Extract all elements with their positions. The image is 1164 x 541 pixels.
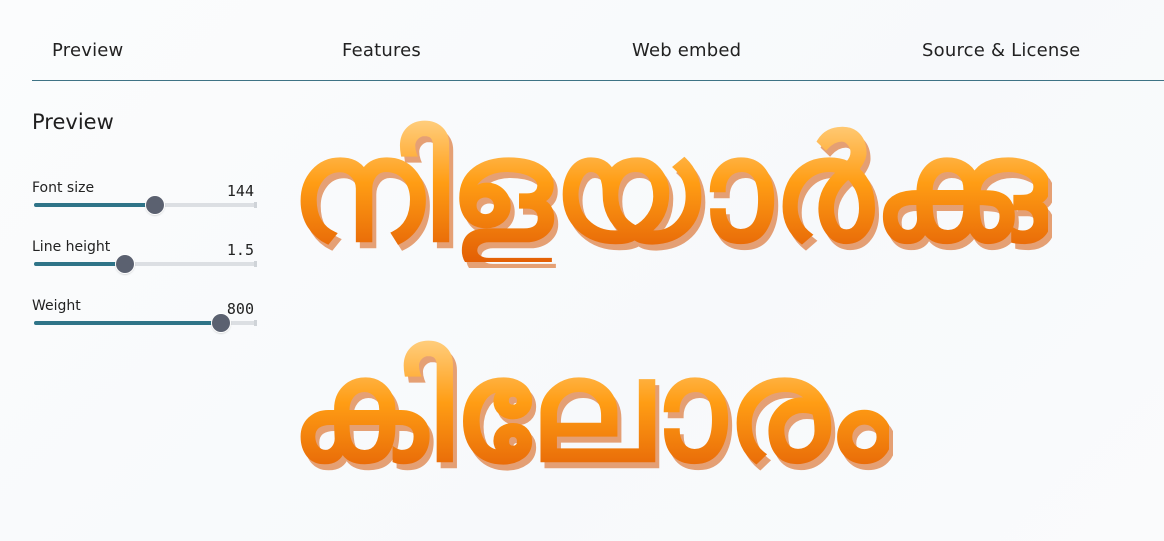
- font-size-slider-end: [254, 202, 257, 208]
- font-size-slider-thumb[interactable]: [145, 196, 164, 214]
- weight-value: 800: [226, 300, 254, 318]
- line-height-label: Line height: [32, 239, 111, 255]
- weight-control: Weight 800: [32, 298, 257, 348]
- font-preview-area[interactable]: നിളയാർക്കു കിലോരം: [290, 110, 1150, 530]
- font-size-value: 144: [226, 182, 254, 200]
- line-height-slider-fill: [34, 262, 126, 266]
- font-size-control: Font size 144: [32, 180, 257, 230]
- line-height-slider-end: [254, 261, 257, 267]
- font-size-label: Font size: [32, 180, 95, 196]
- nav-tab-preview[interactable]: Preview: [52, 40, 123, 61]
- nav-tab-source-license[interactable]: Source & License: [922, 40, 1080, 61]
- weight-label: Weight: [32, 298, 81, 314]
- line-height-control: Line height 1.5: [32, 239, 257, 289]
- sidebar-title: Preview: [32, 110, 114, 134]
- weight-slider-end: [254, 320, 257, 326]
- line-height-value: 1.5: [226, 241, 254, 259]
- nav-tab-web-embed[interactable]: Web embed: [632, 40, 741, 61]
- weight-slider[interactable]: [34, 314, 257, 332]
- font-size-slider-fill: [34, 203, 155, 207]
- preview-text-line-2: കിലോരം: [290, 326, 890, 494]
- weight-slider-thumb[interactable]: [211, 314, 230, 332]
- font-size-slider[interactable]: [34, 196, 257, 214]
- nav-tab-features[interactable]: Features: [342, 40, 421, 61]
- preview-text-line-1: നിളയാർക്കു: [290, 106, 1049, 274]
- line-height-slider-thumb[interactable]: [116, 255, 135, 273]
- top-nav: Preview Features Web embed Source & Lice…: [32, 0, 1164, 81]
- line-height-slider[interactable]: [34, 255, 257, 273]
- weight-slider-fill: [34, 321, 221, 325]
